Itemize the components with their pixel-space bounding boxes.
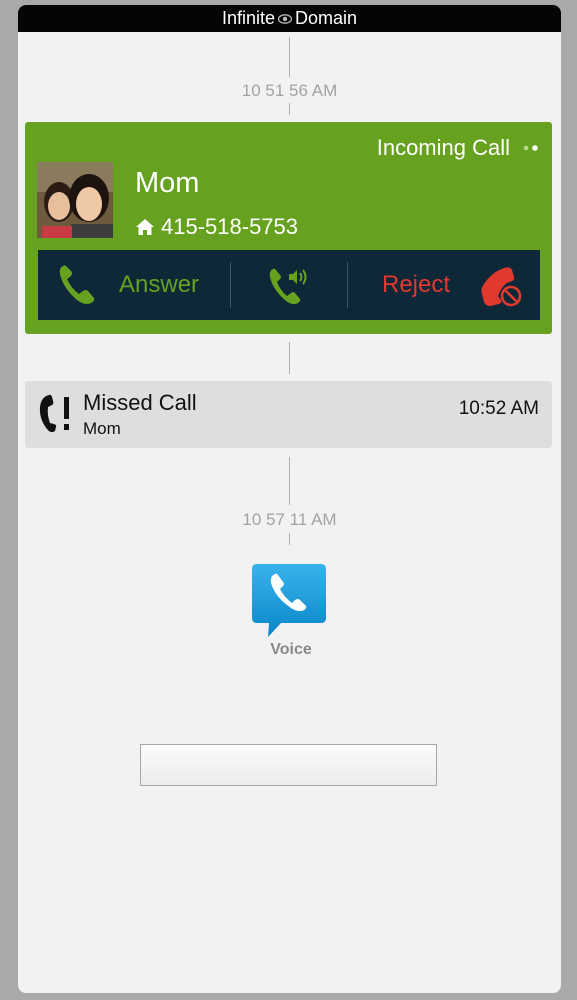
missed-call-icon <box>39 394 69 433</box>
reject-phone-icon <box>481 267 522 307</box>
missed-call-label: Missed Call <box>83 390 197 415</box>
timeline-line <box>289 37 290 77</box>
timestamp: 10 51 56 AM <box>239 81 340 100</box>
speaker-answer-button[interactable] <box>231 250 347 320</box>
banner-left-text: Infinite <box>221 8 275 28</box>
timeline-line <box>289 103 290 115</box>
timeline-line <box>289 533 290 545</box>
text-input-box[interactable] <box>140 744 437 786</box>
home-icon <box>136 219 154 235</box>
caller-avatar <box>37 162 113 238</box>
missed-call-caller: Mom <box>83 419 121 438</box>
device-screen: Infinite Domain 10 51 56 AM Incoming Cal… <box>18 5 561 993</box>
incoming-call-title: Incoming Call <box>376 135 510 160</box>
timeline-line <box>289 457 290 505</box>
caller-name: Mom <box>135 167 200 199</box>
banner-right-text: Domain <box>295 8 358 28</box>
more-dots-icon[interactable] <box>522 144 540 152</box>
timestamp: 10 57 11 AM <box>240 510 339 529</box>
missed-call-card[interactable]: Missed Call Mom 10:52 AM <box>25 381 552 448</box>
answer-button[interactable]: Answer <box>38 250 230 320</box>
voice-app[interactable]: Voice <box>251 560 331 658</box>
incoming-call-card[interactable]: Incoming Call Mom 415-518-5753 Answer Re… <box>25 122 552 334</box>
voice-app-icon <box>252 564 326 637</box>
caller-phone-number: 415-518-5753 <box>161 214 299 239</box>
caller-phone-row: 415-518-5753 <box>135 214 298 240</box>
reject-button[interactable]: Reject <box>348 250 540 320</box>
answer-phone-icon <box>59 265 95 304</box>
eye-icon <box>278 13 292 24</box>
answer-label: Answer <box>119 271 200 298</box>
missed-call-time: 10:52 AM <box>458 398 539 419</box>
top-banner: Infinite Domain <box>18 5 561 32</box>
timeline-line <box>289 342 290 374</box>
call-action-bar: Answer Reject <box>38 250 540 320</box>
reject-label: Reject <box>382 271 451 298</box>
speakerphone-icon <box>269 268 307 305</box>
voice-app-label: Voice <box>270 641 312 658</box>
